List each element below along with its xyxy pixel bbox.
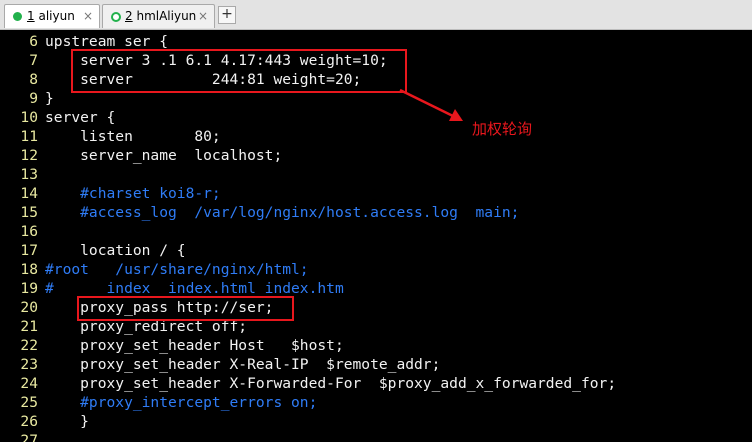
- annotation-arrow-icon: [399, 88, 463, 121]
- annotation-label: 加权轮询: [472, 120, 533, 138]
